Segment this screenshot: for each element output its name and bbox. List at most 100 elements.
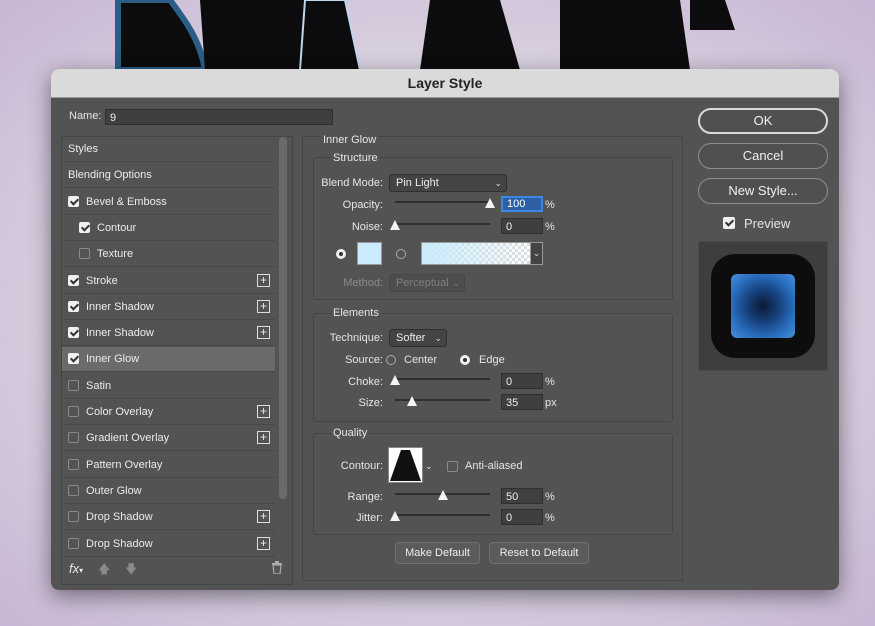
style-item[interactable]: Stroke + (62, 268, 275, 294)
fx-dropdown-icon: ▾ (79, 566, 84, 575)
name-input[interactable]: 9 (105, 109, 333, 125)
style-checkbox[interactable] (68, 274, 79, 286)
add-effect-button[interactable]: + (257, 431, 270, 445)
style-checkbox[interactable] (79, 248, 90, 260)
style-checkbox[interactable] (68, 537, 79, 549)
source-edge-label: Edge (479, 354, 505, 366)
add-effect-button[interactable]: + (257, 273, 270, 287)
noise-slider-thumb[interactable] (390, 220, 400, 230)
style-item-label: Color Overlay (86, 406, 154, 418)
make-default-button[interactable]: Make Default (395, 542, 480, 564)
style-item[interactable]: Gradient Overlay + (62, 426, 275, 452)
contour-curve-preview[interactable] (388, 447, 423, 483)
trash-icon[interactable] (271, 561, 283, 579)
style-item[interactable]: Satin (62, 373, 275, 399)
size-input[interactable]: 35 (501, 394, 543, 410)
glow-gradient-swatch[interactable] (421, 242, 531, 265)
fx-label: fx (69, 561, 80, 576)
style-checkbox[interactable] (68, 353, 79, 365)
style-item-label: Styles (68, 143, 98, 155)
anti-aliased-checkbox[interactable] (447, 461, 458, 472)
opacity-slider-thumb[interactable] (485, 198, 495, 208)
style-item[interactable]: Contour (62, 215, 275, 241)
style-checkbox[interactable] (68, 432, 79, 444)
new-style-button[interactable]: New Style... (698, 178, 828, 204)
method-select[interactable]: Perceptual ⌄ (389, 274, 465, 292)
jitter-slider[interactable] (395, 514, 490, 516)
jitter-input[interactable]: 0 (501, 509, 543, 525)
chevron-down-icon: ⌄ (532, 248, 541, 258)
style-checkbox[interactable] (79, 221, 90, 233)
opacity-input[interactable]: 100 (501, 196, 543, 212)
add-effect-button[interactable]: + (257, 405, 270, 418)
structure-title: Structure (331, 152, 380, 164)
fx-menu-button[interactable]: fx▾ (69, 561, 83, 576)
styles-scrollbar[interactable] (279, 137, 287, 499)
move-up-icon[interactable]: 🡅 (98, 560, 110, 581)
style-item[interactable]: Color Overlay + (62, 400, 275, 425)
style-item[interactable]: Pattern Overlay (62, 452, 275, 478)
style-checkbox[interactable] (68, 511, 79, 523)
noise-input[interactable]: 0 (501, 218, 543, 234)
reset-to-default-button[interactable]: Reset to Default (489, 542, 589, 564)
add-effect-button[interactable]: + (257, 536, 270, 550)
style-checkbox[interactable] (68, 327, 79, 339)
method-label: Method: (343, 277, 383, 289)
contour-curve-icon (390, 450, 421, 481)
style-checkbox[interactable] (68, 458, 79, 470)
style-checkbox[interactable] (68, 195, 79, 207)
style-checkbox[interactable] (68, 300, 79, 312)
color-fill-radio[interactable] (336, 249, 346, 259)
choke-slider[interactable] (395, 378, 490, 380)
method-value: Perceptual (396, 277, 449, 289)
style-checkbox[interactable] (68, 484, 79, 496)
range-slider-thumb[interactable] (437, 490, 448, 500)
source-label: Source: (345, 354, 383, 366)
blend-mode-select[interactable]: Pin Light ⌄ (389, 174, 507, 192)
inner-glow-title: Inner Glow (321, 134, 379, 146)
preview-shape (711, 254, 815, 358)
style-item[interactable]: Inner Glow (62, 347, 275, 373)
source-edge-radio[interactable] (460, 355, 470, 365)
add-effect-button[interactable]: + (257, 510, 270, 524)
contour-label: Contour: (340, 460, 383, 472)
size-slider-thumb[interactable] (407, 396, 418, 406)
style-item-label: Drop Shadow (86, 537, 153, 550)
choke-label: Choke: (348, 376, 383, 388)
cancel-button[interactable]: Cancel (698, 143, 828, 169)
technique-value: Softer (396, 332, 426, 344)
style-item[interactable]: Inner Shadow + (62, 321, 275, 347)
style-item[interactable]: Blending Options (62, 163, 275, 189)
style-item[interactable]: Inner Shadow + (62, 294, 275, 320)
opacity-slider[interactable] (395, 201, 490, 203)
jitter-slider-thumb[interactable] (390, 511, 400, 521)
style-item-label: Bevel & Emboss (86, 195, 167, 208)
add-effect-button[interactable]: + (257, 299, 270, 313)
add-effect-button[interactable]: + (257, 326, 270, 340)
range-label: Range: (347, 491, 383, 503)
style-item[interactable]: Drop Shadow + (62, 505, 275, 531)
range-input[interactable]: 50 (501, 488, 543, 504)
style-item[interactable]: Bevel & Emboss (62, 189, 275, 215)
glow-color-swatch[interactable] (357, 242, 382, 265)
noise-slider[interactable] (395, 223, 490, 225)
gradient-fill-radio[interactable] (396, 249, 406, 259)
style-item[interactable]: Drop Shadow + (62, 531, 275, 557)
gradient-picker-button[interactable]: ⌄ (531, 242, 543, 265)
style-item[interactable]: Outer Glow (62, 478, 275, 504)
technique-select[interactable]: Softer ⌄ (389, 329, 447, 347)
style-item[interactable]: Texture (62, 242, 275, 268)
ok-button[interactable]: OK (698, 108, 828, 134)
choke-slider-thumb[interactable] (390, 375, 400, 385)
chevron-down-icon: ⌄ (425, 461, 433, 471)
size-label: Size: (358, 397, 383, 409)
style-checkbox[interactable] (68, 379, 79, 391)
contour-dropdown[interactable]: ⌄ (425, 461, 433, 472)
style-item[interactable]: Styles (62, 137, 275, 162)
preview-checkbox[interactable] (723, 217, 735, 229)
move-down-icon[interactable]: 🡇 (125, 560, 137, 581)
choke-input[interactable]: 0 (501, 373, 543, 389)
quality-title: Quality (331, 427, 370, 439)
source-center-radio[interactable] (386, 355, 396, 365)
style-checkbox[interactable] (68, 406, 79, 417)
